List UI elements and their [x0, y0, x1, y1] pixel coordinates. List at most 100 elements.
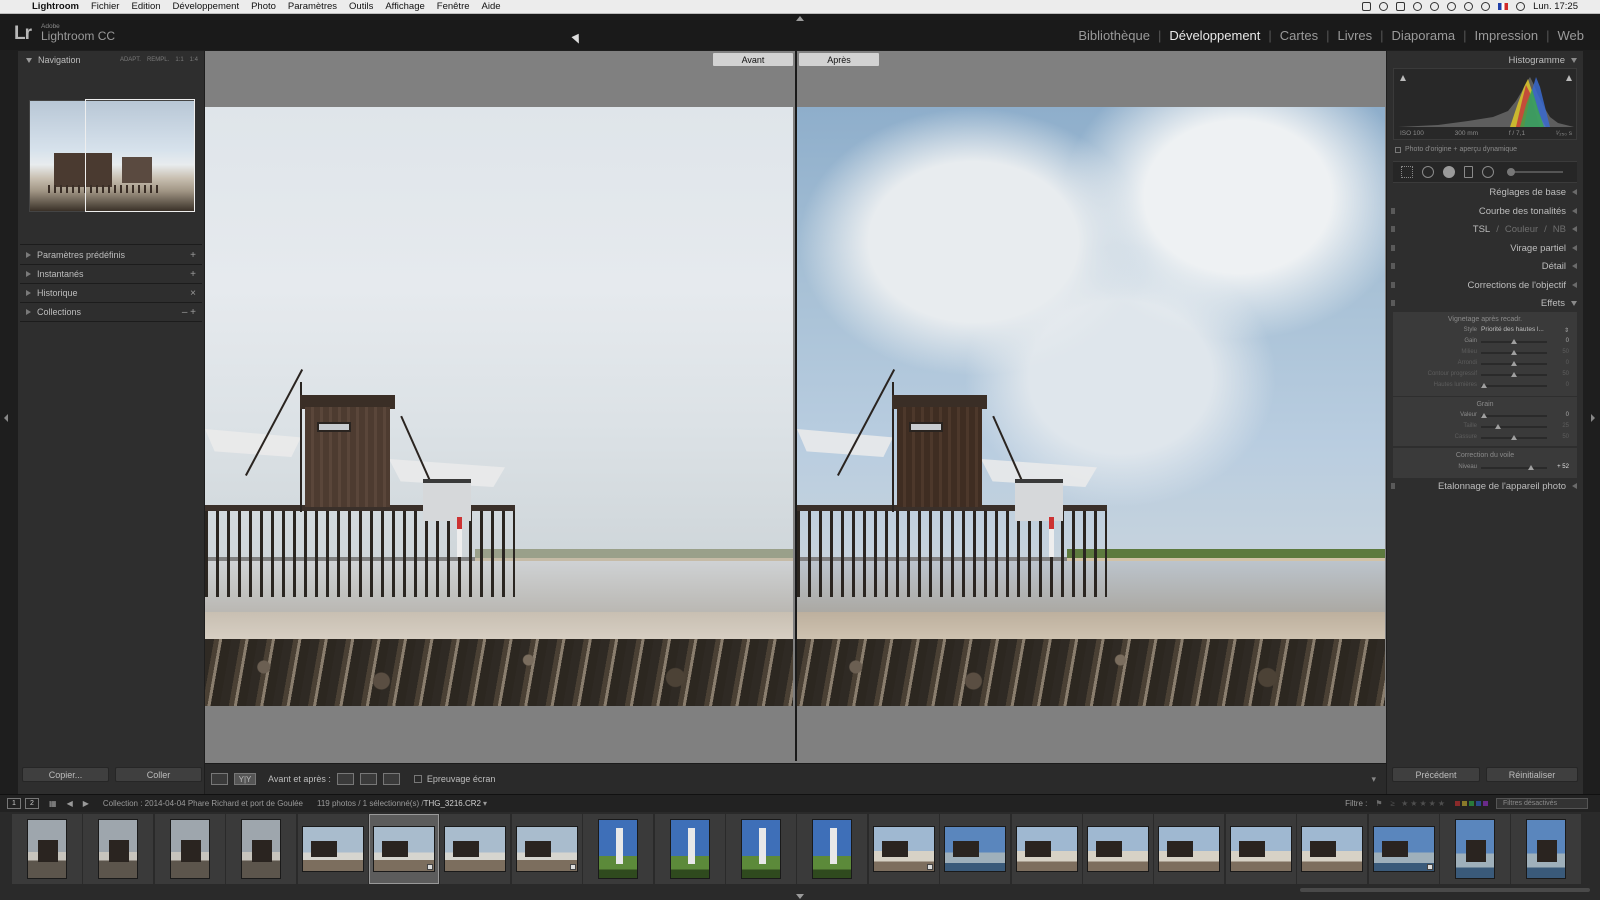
paste-settings-button[interactable]: Coller [115, 767, 202, 782]
filmstrip-thumbnail[interactable] [1511, 814, 1582, 884]
slider-value[interactable]: 50 [1562, 371, 1569, 377]
panel-switch-icon[interactable] [1391, 483, 1395, 489]
slider-track[interactable] [1481, 383, 1547, 388]
slider-track[interactable] [1481, 350, 1547, 355]
filmstrip-thumbnail[interactable] [797, 814, 868, 884]
filmstrip-thumbnail[interactable] [1154, 814, 1225, 884]
chevron-updown-icon[interactable]: ⇕ [1564, 327, 1569, 334]
dehaze-value[interactable]: + 52 [1557, 464, 1569, 470]
original-preview-checkbox[interactable] [1395, 146, 1401, 153]
menu-edition[interactable]: Edition [125, 1, 166, 12]
rating-filter[interactable]: ≥ ★★★★★ [1391, 799, 1447, 808]
forward-arrow-icon[interactable]: ▶ [83, 799, 89, 808]
panel-switch-icon[interactable] [1391, 226, 1395, 232]
module-bibliotheque[interactable]: Bibliothèque [1070, 28, 1158, 43]
dehaze-slider[interactable] [1481, 465, 1547, 470]
module-impression[interactable]: Impression [1467, 28, 1547, 43]
french-flag-icon[interactable] [1498, 3, 1509, 10]
slider-track[interactable] [1481, 372, 1547, 377]
filmstrip-thumbnail[interactable] [1368, 814, 1439, 884]
module-developpement[interactable]: Développement [1161, 28, 1268, 43]
slider-value[interactable]: 0 [1566, 412, 1569, 418]
menu-outils[interactable]: Outils [343, 1, 379, 12]
slider-knob-icon[interactable] [1511, 339, 1517, 344]
filmstrip-thumbnail[interactable] [940, 814, 1011, 884]
wifi-icon[interactable] [1516, 2, 1526, 11]
color-tab[interactable]: Couleur [1505, 224, 1538, 235]
menu-developpement[interactable]: Développement [167, 1, 246, 12]
loupe-view-icon[interactable] [211, 773, 228, 785]
graduated-filter-icon[interactable] [1464, 166, 1473, 178]
collections-actions[interactable]: – + [182, 307, 204, 318]
reset-button[interactable]: Réinitialiser [1486, 767, 1578, 782]
toolbar-menu-chevron-icon[interactable]: ▾ [1371, 774, 1376, 785]
left-panel-toggle-icon[interactable] [4, 414, 8, 422]
filmstrip-thumbnail[interactable] [1011, 814, 1082, 884]
color-label-filter[interactable] [1455, 801, 1488, 806]
slider-value[interactable]: 0 [1566, 382, 1569, 388]
slider-track[interactable] [1481, 424, 1547, 429]
creative-cloud-icon[interactable] [1430, 2, 1440, 11]
monitor-2-button[interactable]: 2 [25, 798, 39, 809]
zoom-rempl[interactable]: REMPL. [147, 57, 169, 63]
histogram-header[interactable]: Histogramme [1387, 51, 1583, 69]
monitor-1-button[interactable]: 1 [7, 798, 21, 809]
slider-track[interactable] [1481, 361, 1547, 366]
slider-knob-icon[interactable] [1511, 435, 1517, 440]
previous-button[interactable]: Précédent [1392, 767, 1480, 782]
zoom-1-4[interactable]: 1:4 [190, 57, 198, 63]
navigator-view-rect[interactable] [85, 99, 195, 212]
add-snapshot-icon[interactable]: + [190, 269, 204, 280]
slider-track[interactable] [1481, 435, 1547, 440]
zoom-1-1[interactable]: 1:1 [175, 57, 183, 63]
slider-knob-icon[interactable] [1511, 361, 1517, 366]
slider-knob-icon[interactable] [1528, 465, 1535, 470]
battery-icon[interactable] [1362, 2, 1372, 11]
before-after-view-button[interactable]: Y|Y [234, 773, 256, 785]
slider-value[interactable]: 0 [1566, 360, 1569, 366]
split-toning-header[interactable]: Virage partiel [1387, 239, 1583, 257]
filmstrip-thumbnail[interactable] [868, 814, 939, 884]
after-photo[interactable] [797, 107, 1385, 706]
module-cartes[interactable]: Cartes [1272, 28, 1326, 43]
add-preset-icon[interactable]: + [190, 250, 204, 261]
navigator-header[interactable]: Navigation ADAPT. REMPL. 1:1 1:4 [18, 51, 204, 69]
filmstrip-thumbnail[interactable] [511, 814, 582, 884]
original-preview-row[interactable]: Photo d'origine + aperçu dynamique [1395, 146, 1517, 153]
sync-icon[interactable] [1379, 2, 1389, 11]
history-header[interactable]: Historique × [18, 284, 204, 302]
slider-knob-icon[interactable] [1481, 413, 1488, 418]
menu-app[interactable]: Lightroom [26, 1, 85, 12]
crop-tool-icon[interactable] [1401, 166, 1413, 178]
module-diaporama[interactable]: Diaporama [1384, 28, 1464, 43]
adjustment-brush-slider[interactable] [1507, 168, 1563, 176]
search-icon[interactable] [1413, 2, 1423, 11]
module-web[interactable]: Web [1550, 28, 1593, 43]
detail-header[interactable]: Détail [1387, 257, 1583, 275]
slider-knob-icon[interactable] [1481, 383, 1488, 388]
slider-value[interactable]: 25 [1562, 423, 1569, 429]
filmstrip-thumbnail[interactable] [654, 814, 725, 884]
collections-header[interactable]: Collections – + [18, 303, 204, 321]
filmstrip-scrollbar[interactable] [1300, 888, 1590, 892]
filmstrip-thumbnail[interactable] [226, 814, 297, 884]
slider-knob-icon[interactable] [1511, 350, 1517, 355]
swap-before-after-icon[interactable] [382, 773, 400, 785]
panel-switch-icon[interactable] [1391, 282, 1395, 288]
flag-icon[interactable] [1396, 2, 1406, 11]
filmstrip-thumbnail[interactable] [297, 814, 368, 884]
soft-proof-checkbox[interactable] [413, 775, 422, 783]
menubar-clock[interactable]: Lun. 17:25 [1533, 1, 1578, 12]
top-panel-toggle-icon[interactable] [796, 16, 804, 21]
hsl-tab[interactable]: TSL [1473, 224, 1490, 235]
hsl-header[interactable]: TSL / Couleur / NB [1387, 220, 1583, 238]
back-arrow-icon[interactable]: ◀ [67, 799, 73, 808]
slider-value[interactable]: 50 [1562, 349, 1569, 355]
red-eye-tool-icon[interactable] [1443, 166, 1455, 178]
effects-header[interactable]: Effets [1387, 294, 1583, 312]
spot-removal-tool-icon[interactable] [1422, 166, 1434, 178]
selected-filename[interactable]: THG_3216.CR2 [424, 799, 481, 808]
filmstrip-thumbnail[interactable] [1083, 814, 1153, 884]
menu-aide[interactable]: Aide [476, 1, 507, 12]
menu-fichier[interactable]: Fichier [85, 1, 126, 12]
